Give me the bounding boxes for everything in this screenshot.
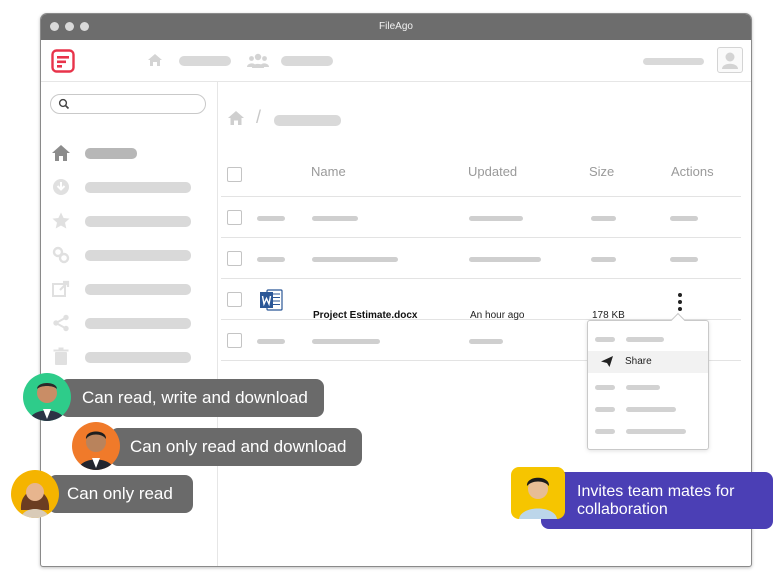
send-icon bbox=[601, 356, 613, 367]
sidebar-item-starred[interactable] bbox=[51, 210, 211, 232]
external-share-icon bbox=[52, 280, 70, 297]
updated-placeholder bbox=[469, 339, 503, 344]
breadcrumb-separator: / bbox=[256, 107, 262, 127]
size-placeholder bbox=[591, 216, 616, 221]
download-circle-icon bbox=[53, 179, 69, 195]
sidebar-label-placeholder bbox=[85, 148, 137, 159]
sidebar-item-home[interactable] bbox=[51, 142, 211, 164]
table-row[interactable] bbox=[221, 197, 741, 238]
table-row[interactable] bbox=[221, 238, 741, 279]
sidebar-item-links[interactable] bbox=[51, 244, 211, 266]
select-all-checkbox[interactable] bbox=[227, 167, 242, 182]
menu-item[interactable] bbox=[588, 329, 708, 351]
permission-callout-read-only: Can only read bbox=[48, 475, 193, 513]
fileago-logo-icon[interactable] bbox=[51, 49, 75, 73]
sidebar-item-shared-out[interactable] bbox=[51, 278, 211, 300]
updated-placeholder bbox=[469, 257, 541, 262]
size-placeholder bbox=[591, 257, 616, 262]
window-title: FileAgo bbox=[379, 21, 413, 32]
word-doc-icon bbox=[260, 289, 283, 311]
users-nav-icon[interactable] bbox=[247, 53, 269, 68]
user-avatar-orange bbox=[72, 422, 120, 470]
username-placeholder[interactable] bbox=[643, 58, 704, 65]
menu-item-share[interactable]: Share bbox=[588, 351, 708, 373]
sidebar-label-placeholder bbox=[85, 182, 191, 193]
icon-placeholder bbox=[257, 257, 285, 262]
permission-label: Can read, write and download bbox=[82, 388, 308, 407]
breadcrumb-home-icon[interactable] bbox=[227, 110, 245, 126]
sidebar-label-placeholder bbox=[85, 352, 191, 363]
stage: FileAgo / Name Updated Size Actions Proj… bbox=[0, 0, 779, 577]
menu-item[interactable] bbox=[588, 421, 708, 443]
sidebar-label-placeholder bbox=[85, 216, 191, 227]
user-avatar-green bbox=[23, 373, 71, 421]
user-avatar-team bbox=[511, 467, 565, 519]
home-icon bbox=[52, 145, 70, 161]
sidebar-label-placeholder bbox=[85, 250, 191, 261]
breadcrumb-folder-placeholder[interactable] bbox=[274, 115, 341, 126]
sidebar-item-shared[interactable] bbox=[51, 312, 211, 334]
icon-placeholder bbox=[257, 339, 285, 344]
user-silhouette-icon bbox=[722, 52, 738, 69]
menu-item[interactable] bbox=[588, 399, 708, 421]
users-nav-label-placeholder[interactable] bbox=[281, 56, 333, 66]
search-input[interactable] bbox=[50, 94, 206, 114]
column-header-updated[interactable]: Updated bbox=[468, 164, 517, 179]
sidebar-label-placeholder bbox=[85, 284, 191, 295]
home-nav-icon[interactable] bbox=[147, 53, 163, 67]
sidebar-label-placeholder bbox=[85, 318, 191, 329]
more-actions-icon[interactable] bbox=[677, 293, 683, 311]
trash-icon bbox=[53, 347, 69, 365]
row-checkbox[interactable] bbox=[227, 210, 242, 225]
title-bar: FileAgo bbox=[41, 14, 751, 40]
share-label: Share bbox=[625, 356, 652, 367]
search-icon bbox=[58, 98, 70, 110]
permission-label: Can only read and download bbox=[130, 437, 347, 456]
icon-placeholder bbox=[257, 216, 285, 221]
menu-item[interactable] bbox=[588, 377, 708, 399]
row-checkbox[interactable] bbox=[227, 333, 242, 348]
column-header-name[interactable]: Name bbox=[311, 164, 346, 179]
actions-placeholder bbox=[670, 257, 698, 262]
link-icon bbox=[52, 246, 70, 264]
sidebar-item-trash[interactable] bbox=[51, 346, 211, 368]
column-header-actions: Actions bbox=[671, 164, 714, 179]
user-avatar-yellow bbox=[11, 470, 59, 518]
home-nav-label-placeholder[interactable] bbox=[179, 56, 231, 66]
star-icon bbox=[52, 212, 70, 229]
sidebar-item-downloads[interactable] bbox=[51, 176, 211, 198]
name-placeholder bbox=[312, 216, 358, 221]
name-placeholder bbox=[312, 339, 380, 344]
row-checkbox[interactable] bbox=[227, 251, 242, 266]
permission-label: Can only read bbox=[67, 484, 173, 503]
actions-menu: Share bbox=[587, 320, 709, 450]
app-header bbox=[41, 40, 751, 82]
updated-placeholder bbox=[469, 216, 523, 221]
column-header-size[interactable]: Size bbox=[589, 164, 614, 179]
name-placeholder bbox=[312, 257, 398, 262]
permission-callout-read-write-download: Can read, write and download bbox=[60, 379, 324, 417]
share-nodes-icon bbox=[53, 314, 69, 332]
user-avatar[interactable] bbox=[717, 47, 743, 73]
permission-callout-read-download: Can only read and download bbox=[110, 428, 362, 466]
invite-callout: Invites team mates for collaboration bbox=[541, 472, 773, 529]
actions-placeholder bbox=[670, 216, 698, 221]
row-checkbox[interactable] bbox=[227, 292, 242, 307]
